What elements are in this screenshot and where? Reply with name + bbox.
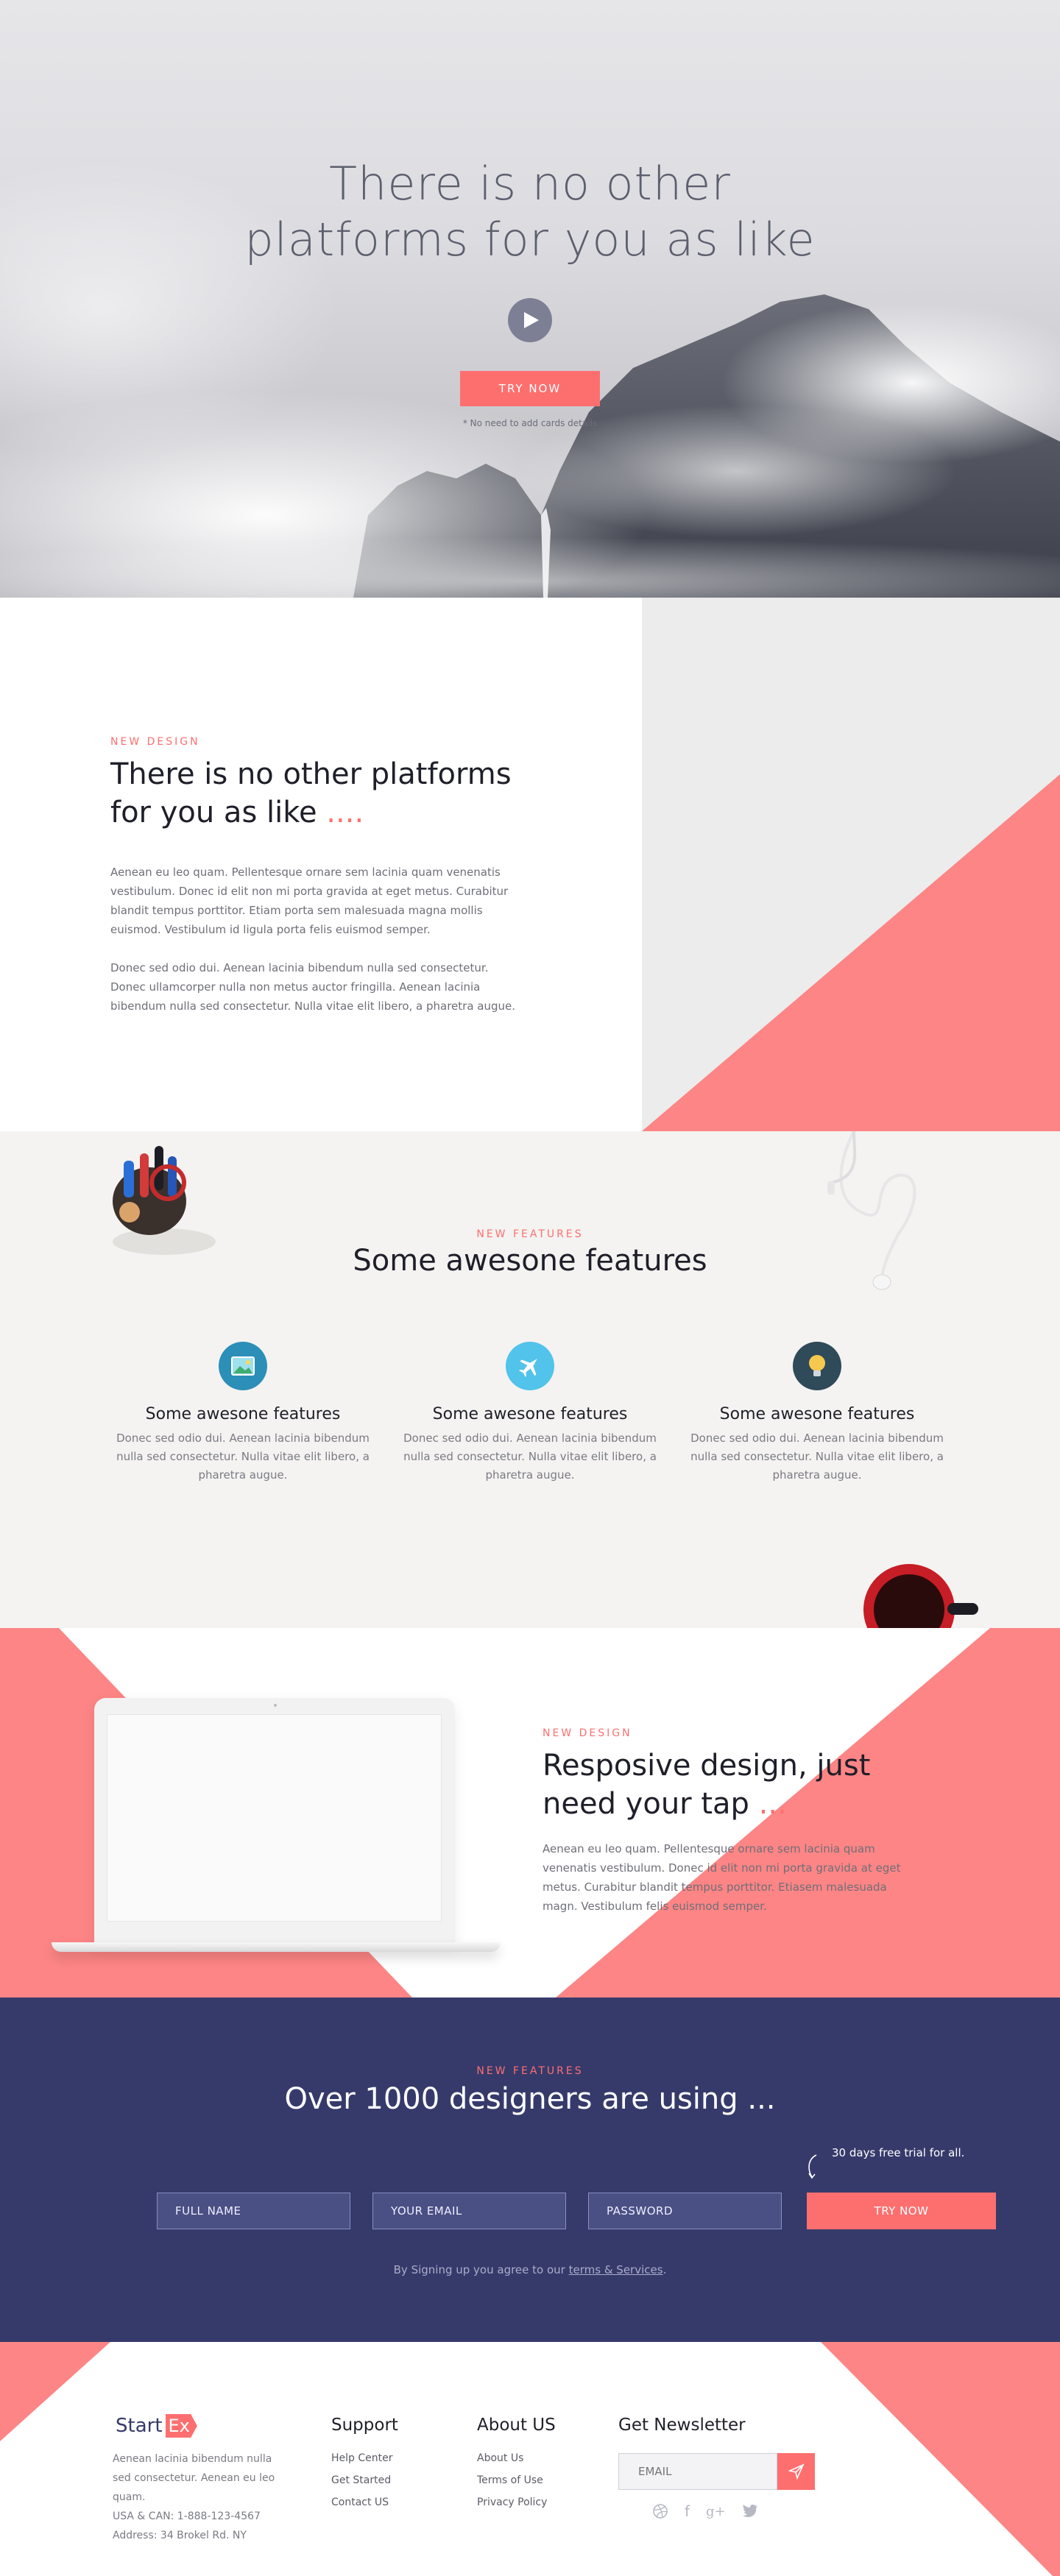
- newsletter-send-button[interactable]: [777, 2453, 815, 2490]
- design-title-dots: ....: [326, 796, 364, 829]
- terms-text: By Signing up you agree to our terms & S…: [0, 2263, 1060, 2276]
- terms-link[interactable]: terms & Services: [569, 2263, 663, 2276]
- footer-section: Start Ex Aenean lacinia bibendum nulla s…: [0, 2342, 1060, 2576]
- airplane-icon: [506, 1342, 554, 1390]
- curved-arrow-icon: [808, 2154, 817, 2179]
- feature-text: Donec sed odio dui. Aenean lacinia biben…: [403, 1432, 657, 1482]
- design-title-line1: There is no other platforms: [110, 757, 512, 791]
- signup-try-now-button[interactable]: TRY NOW: [807, 2193, 996, 2229]
- features-eyebrow: NEW FEATURES: [476, 1228, 584, 1240]
- picture-icon: [219, 1342, 267, 1390]
- responsive-eyebrow: NEW DESIGN: [543, 1727, 632, 1739]
- responsive-title-line2: need your tap: [543, 1787, 749, 1821]
- trial-note: 30 days free trial for all.: [832, 2146, 965, 2159]
- email-input[interactable]: [372, 2193, 566, 2229]
- about-links: About Us Terms of Use Privacy Policy: [477, 2447, 547, 2513]
- send-icon: [788, 2463, 805, 2480]
- newsletter-heading: Get Newsletter: [618, 2416, 746, 2435]
- feature-card: Some awesone features Donec sed odio dui…: [110, 1342, 375, 1485]
- twitter-icon[interactable]: [742, 2504, 758, 2519]
- footer-about-text: Aenean lacinia bibendum nulla sed consec…: [113, 2453, 275, 2503]
- feature-title: Some awesone features: [145, 1405, 341, 1423]
- feature-text: Donec sed odio dui. Aenean lacinia biben…: [116, 1432, 370, 1482]
- logo-start-text: Start: [116, 2415, 163, 2437]
- terms-suffix: .: [662, 2263, 667, 2276]
- hero-title-line1: There is no other: [329, 157, 731, 210]
- design-paragraph-2: Donec sed odio dui. Aenean lacinia biben…: [110, 961, 516, 1013]
- full-name-input[interactable]: [157, 2193, 350, 2229]
- facebook-icon[interactable]: f: [685, 2502, 690, 2520]
- password-input[interactable]: [588, 2193, 782, 2229]
- signup-title: Over 1000 designers are using ...: [284, 2082, 776, 2116]
- privacy-policy-link[interactable]: Privacy Policy: [477, 2491, 547, 2513]
- help-center-link[interactable]: Help Center: [331, 2447, 393, 2469]
- footer-contact-line: USA & CAN: 1-888-123-4567: [113, 2510, 261, 2522]
- feature-card: Some awesone features Donec sed odio dui…: [398, 1342, 662, 1485]
- design-paragraph-1: Aenean eu leo quam. Pellentesque ornare …: [110, 866, 509, 936]
- coffee-cup-image: [863, 1564, 978, 1628]
- logo-ex-text: Ex: [165, 2414, 197, 2438]
- play-icon: [524, 312, 539, 328]
- lightbulb-icon: [793, 1342, 841, 1390]
- design-eyebrow: NEW DESIGN: [110, 736, 200, 748]
- about-us-link[interactable]: About Us: [477, 2447, 547, 2469]
- footer-logo[interactable]: Start Ex: [116, 2414, 197, 2438]
- footer-address-line: Address: 34 Brokel Rd. NY: [113, 2530, 247, 2541]
- hero-section: There is no other platforms for you as l…: [0, 0, 1060, 598]
- newsletter-email-input[interactable]: [618, 2453, 777, 2490]
- about-heading: About US: [477, 2416, 556, 2435]
- get-started-link[interactable]: Get Started: [331, 2469, 393, 2491]
- features-section: NEW FEATURES Some awesone features Some …: [0, 1131, 1060, 1628]
- hero-title-line2: platforms for you as like: [244, 213, 816, 266]
- responsive-section: NEW DESIGN Resposive design, just need y…: [0, 1628, 1060, 1998]
- design-title-line2: for you as like: [110, 796, 317, 829]
- responsive-title: Resposive design, just need your tap ...: [543, 1747, 925, 1823]
- laptop-screen: [107, 1714, 442, 1922]
- terms-of-use-link[interactable]: Terms of Use: [477, 2469, 547, 2491]
- responsive-title-line1: Resposive design, just: [543, 1749, 871, 1783]
- feature-title: Some awesone features: [432, 1405, 628, 1423]
- features-title: Some awesone features: [353, 1244, 707, 1278]
- design-title: There is no other platforms for you as l…: [110, 755, 523, 832]
- signup-eyebrow: NEW FEATURES: [476, 2065, 584, 2077]
- laptop-mockup: [52, 1698, 501, 1952]
- play-video-button[interactable]: [508, 298, 552, 342]
- feature-card: Some awesone features Donec sed odio dui…: [685, 1342, 950, 1485]
- dribbble-icon[interactable]: [652, 2503, 668, 2519]
- responsive-title-dots: ...: [758, 1787, 787, 1821]
- feature-text: Donec sed odio dui. Aenean lacinia biben…: [690, 1432, 944, 1482]
- new-design-section: NEW DESIGN There is no other platforms f…: [0, 598, 1060, 1131]
- social-icons: f g+: [652, 2502, 758, 2520]
- google-plus-icon[interactable]: g+: [706, 2504, 726, 2519]
- terms-prefix: By Signing up you agree to our: [393, 2263, 565, 2276]
- support-heading: Support: [331, 2416, 398, 2435]
- signup-section: NEW FEATURES Over 1000 designers are usi…: [0, 1998, 1060, 2342]
- responsive-paragraph: Aenean eu leo quam. Pellentesque ornare …: [543, 1842, 901, 1913]
- feature-title: Some awesone features: [719, 1405, 915, 1423]
- hero-title: There is no other platforms for you as l…: [0, 156, 1060, 268]
- support-links: Help Center Get Started Contact US: [331, 2447, 393, 2513]
- hero-try-now-button[interactable]: TRY NOW: [460, 371, 600, 406]
- hero-note: * No need to add cards details: [462, 418, 598, 428]
- contact-us-link[interactable]: Contact US: [331, 2491, 393, 2513]
